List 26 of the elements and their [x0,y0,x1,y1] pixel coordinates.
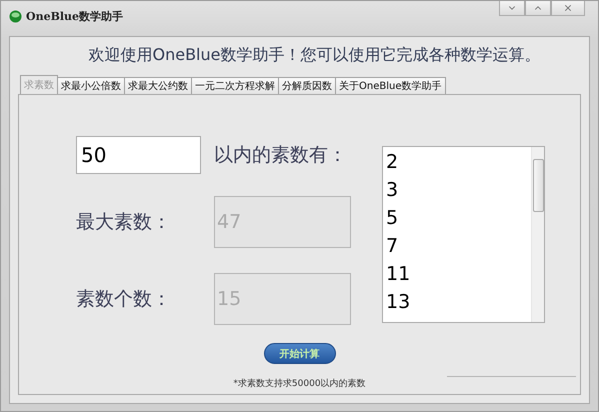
note-text: *求素数支持求50000以内的素数 [233,378,366,390]
start-button[interactable]: 开始计算 [264,343,336,364]
tab[interactable]: 关于OneBlue数学助手 [335,77,446,94]
result-label: 素数个数： [76,287,172,312]
tab[interactable]: 求最小公倍数 [57,77,125,94]
result-label: 最大素数： [76,210,172,235]
prime-item[interactable]: 5 [386,204,531,232]
close-icon [563,3,573,13]
scrollbar[interactable] [531,147,544,322]
primes-list[interactable]: 2 3 5 7 11 13 [382,146,545,323]
prime-item[interactable]: 2 [386,148,531,176]
app-logo-icon [9,10,22,23]
minimize-button[interactable] [499,1,525,16]
window-title: OneBlue数学助手 [26,9,124,24]
maximize-button[interactable] [525,1,551,16]
close-button[interactable] [551,1,585,16]
limit-input[interactable]: 50 [76,136,201,174]
tab[interactable]: 求最大公约数 [124,77,192,94]
prime-item[interactable]: 3 [386,176,531,204]
tab[interactable]: 一元二次方程求解 [191,77,279,94]
tab[interactable]: 分解质因数 [278,77,336,94]
prime-item[interactable]: 13 [386,288,531,316]
prime-item[interactable]: 7 [386,232,531,260]
welcome-heading: 欢迎使用OneBlue数学助手！您可以使用它完成各种数学运算。 [88,45,542,66]
prime-item[interactable]: 11 [386,260,531,288]
primes-label: 以内的素数有： [214,143,348,168]
